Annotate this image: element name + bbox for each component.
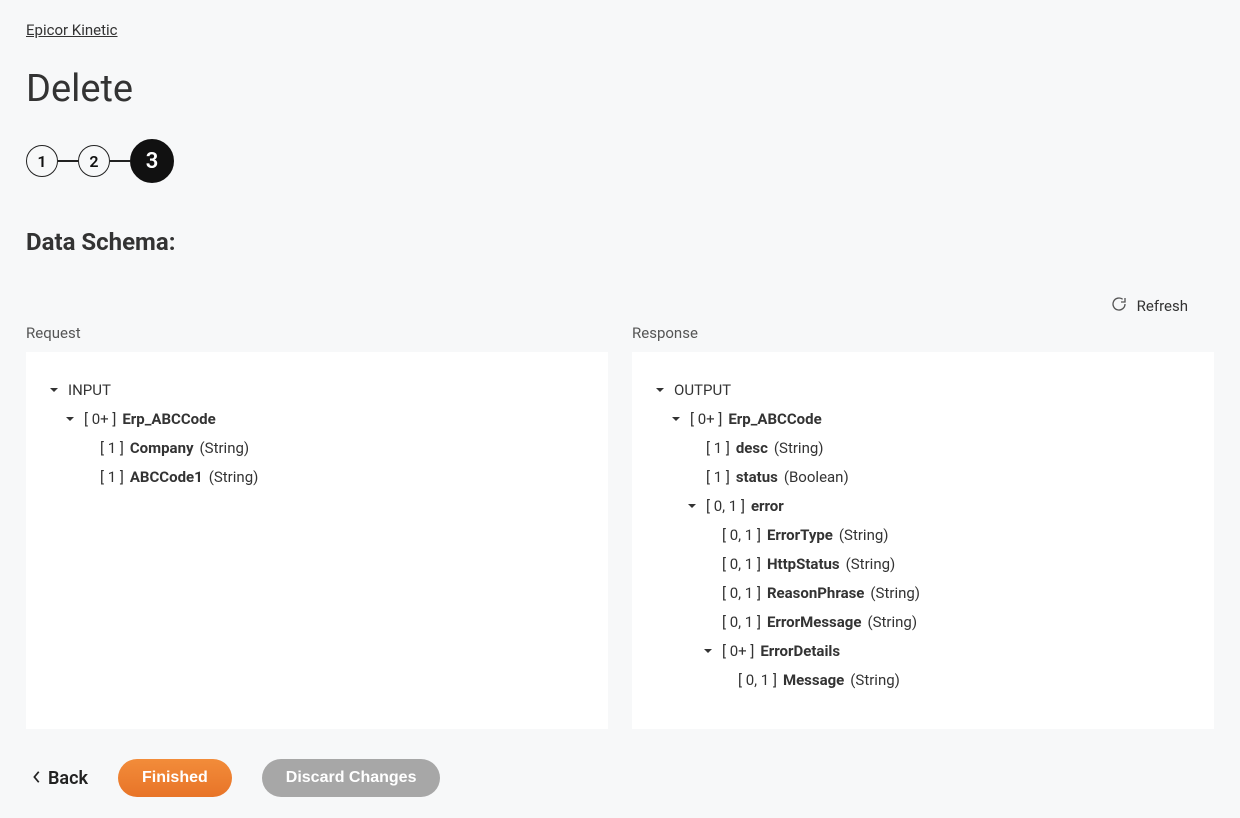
tree-node: [ 1 ] ABCCode1 (String) [46,463,588,492]
tree-node: [ 0, 1 ] ReasonPhrase (String) [652,579,1194,608]
back-label: Back [48,768,88,789]
refresh-label: Refresh [1137,297,1188,315]
cardinality: [ 0, 1 ] [722,615,761,630]
tree-node[interactable]: [ 0+ ] Erp_ABCCode [652,405,1194,434]
tree-node: [ 0, 1 ] HttpStatus (String) [652,550,1194,579]
step-2[interactable]: 2 [78,145,110,177]
page-title: Delete [26,67,1214,111]
field-name: ErrorDetails [760,644,840,659]
cardinality: [ 1 ] [100,470,124,485]
field-type: (String) [839,528,889,543]
cardinality: [ 1 ] [706,470,730,485]
cardinality: [ 0, 1 ] [722,528,761,543]
field-name: Message [783,673,844,688]
tree-node: [ 0, 1 ] ErrorMessage (String) [652,608,1194,637]
tree-node: [ 0, 1 ] Message (String) [652,666,1194,695]
breadcrumb-link[interactable]: Epicor Kinetic [26,21,118,39]
discard-button[interactable]: Discard Changes [262,759,441,797]
chevron-down-icon[interactable] [46,384,62,398]
field-type: (String) [774,441,824,456]
request-label: Request [26,324,608,342]
field-type: (String) [850,673,900,688]
cardinality: [ 0+ ] [690,412,722,427]
tree-node: [ 1 ] status (Boolean) [652,463,1194,492]
tree-node[interactable]: [ 0+ ] ErrorDetails [652,637,1194,666]
cardinality: [ 0+ ] [84,412,116,427]
request-panel: INPUT[ 0+ ] Erp_ABCCode[ 1 ] Company (St… [26,352,608,729]
cardinality: [ 0, 1 ] [738,673,777,688]
chevron-down-icon[interactable] [652,384,668,398]
chevron-left-icon [32,768,42,789]
stepper: 1 2 3 [26,139,1214,183]
field-name: HttpStatus [767,557,840,572]
field-type: (String) [200,441,250,456]
field-type: (String) [870,586,920,601]
chevron-down-icon[interactable] [700,645,716,659]
tree-node[interactable]: [ 0, 1 ] error [652,492,1194,521]
field-type: (Boolean) [784,470,849,485]
cardinality: [ 0+ ] [722,644,754,659]
field-type: (String) [867,615,917,630]
response-label: Response [632,324,1214,342]
field-name: error [751,499,784,514]
cardinality: [ 1 ] [100,441,124,456]
field-name: status [736,470,778,485]
refresh-icon [1111,296,1127,316]
tree-root[interactable]: INPUT [46,376,588,405]
refresh-button[interactable]: Refresh [26,296,1214,316]
field-name: Erp_ABCCode [122,412,215,427]
field-name: Company [130,441,194,456]
field-name: ErrorMessage [767,615,862,630]
tree-node: [ 0, 1 ] ErrorType (String) [652,521,1194,550]
step-3[interactable]: 3 [130,139,174,183]
cardinality: [ 0, 1 ] [706,499,745,514]
cardinality: [ 0, 1 ] [722,586,761,601]
field-name: desc [736,441,768,456]
finished-button[interactable]: Finished [118,759,232,797]
field-name: ErrorType [767,528,833,543]
field-name: ReasonPhrase [767,586,864,601]
chevron-down-icon[interactable] [684,500,700,514]
tree-root-label: INPUT [68,383,111,398]
tree-node: [ 1 ] Company (String) [46,434,588,463]
cardinality: [ 1 ] [706,441,730,456]
tree-node: [ 1 ] desc (String) [652,434,1194,463]
step-connector [110,160,130,162]
step-connector [58,160,78,162]
chevron-down-icon[interactable] [62,413,78,427]
tree-root-label: OUTPUT [674,383,731,398]
section-title: Data Schema: [26,228,1214,256]
field-name: ABCCode1 [130,470,203,485]
back-button[interactable]: Back [32,768,88,789]
field-name: Erp_ABCCode [728,412,821,427]
tree-root[interactable]: OUTPUT [652,376,1194,405]
step-1[interactable]: 1 [26,145,58,177]
field-type: (String) [209,470,259,485]
chevron-down-icon[interactable] [668,413,684,427]
response-panel: OUTPUT[ 0+ ] Erp_ABCCode[ 1 ] desc (Stri… [632,352,1214,729]
field-type: (String) [846,557,896,572]
cardinality: [ 0, 1 ] [722,557,761,572]
tree-node[interactable]: [ 0+ ] Erp_ABCCode [46,405,588,434]
